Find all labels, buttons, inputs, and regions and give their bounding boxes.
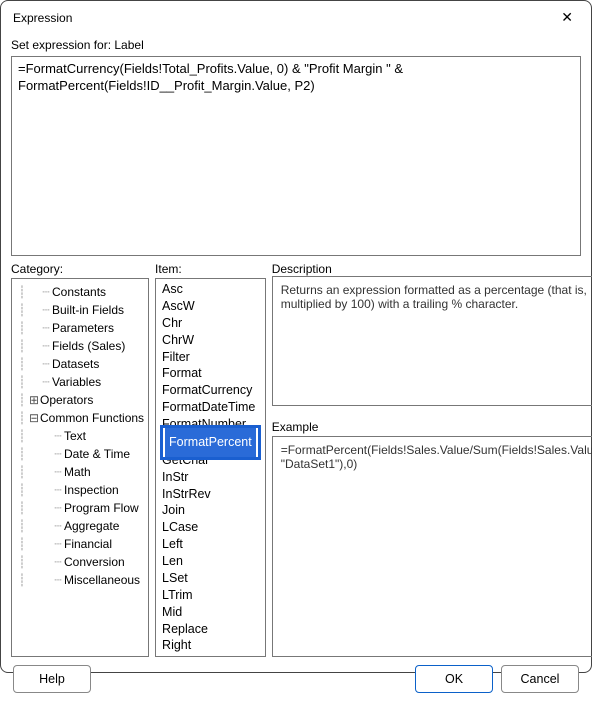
category-tree-item-label: Math <box>64 463 91 481</box>
category-tree-item[interactable]: ┊┈ Constants <box>14 283 146 301</box>
item-row[interactable]: Mid <box>160 604 261 621</box>
item-row[interactable]: LCase <box>160 519 261 536</box>
item-row[interactable]: FormatDateTime <box>160 399 261 416</box>
item-row[interactable]: Join <box>160 502 261 519</box>
category-tree-item-label: Operators <box>40 391 93 409</box>
item-row[interactable]: FormatPercent <box>160 425 261 460</box>
category-tree-item[interactable]: ┊┈ Math <box>14 463 146 481</box>
category-tree-item[interactable]: ┊┈ Datasets <box>14 355 146 373</box>
category-tree-item-label: Fields (Sales) <box>52 337 125 355</box>
mid-panels: Category: ┊┈ Constants┊┈ Built-in Fields… <box>11 262 581 657</box>
item-row[interactable]: Chr <box>160 315 261 332</box>
item-row[interactable]: LTrim <box>160 587 261 604</box>
description-text: Returns an expression formatted as a per… <box>272 276 592 406</box>
category-tree-item[interactable]: ┊┈ Conversion <box>14 553 146 571</box>
item-row[interactable]: FormatCurrency <box>160 382 261 399</box>
category-tree-item-label: Parameters <box>52 319 114 337</box>
item-row[interactable]: AscW <box>160 298 261 315</box>
ok-button[interactable]: OK <box>415 665 493 693</box>
description-label: Description <box>272 262 592 276</box>
cancel-button[interactable]: Cancel <box>501 665 579 693</box>
item-row[interactable]: InStrRev <box>160 486 261 503</box>
dialog-footer: Help OK Cancel <box>1 657 591 703</box>
item-row-label: FormatPercent <box>165 428 256 457</box>
category-tree-item[interactable]: ┊⊞ Operators <box>14 391 146 409</box>
category-tree-item[interactable]: ┊┈ Fields (Sales) <box>14 337 146 355</box>
item-list-panel[interactable]: AscAscWChrChrWFilterFormatFormatCurrency… <box>155 278 266 657</box>
expand-icon[interactable]: ⊞ <box>28 391 40 409</box>
category-tree-item-label: Text <box>64 427 86 445</box>
category-tree-item[interactable]: ┊┈ Variables <box>14 373 146 391</box>
category-tree-item[interactable]: ┊┈ Financial <box>14 535 146 553</box>
category-tree-item-label: Miscellaneous <box>64 571 140 589</box>
category-tree-item[interactable]: ┊┈ Program Flow <box>14 499 146 517</box>
titlebar: Expression ✕ <box>1 1 591 34</box>
category-tree-item-label: Inspection <box>64 481 119 499</box>
dialog-title: Expression <box>13 11 72 25</box>
category-tree-item-label: Constants <box>52 283 106 301</box>
category-tree-item-label: Common Functions <box>40 409 144 427</box>
close-icon[interactable]: ✕ <box>555 7 579 28</box>
dialog-content: Set expression for: Label Category: ┊┈ C… <box>1 34 591 657</box>
help-button[interactable]: Help <box>13 665 91 693</box>
category-tree-item-label: Conversion <box>64 553 125 571</box>
item-row[interactable]: Replace <box>160 621 261 638</box>
category-tree-item[interactable]: ┊┈ Built-in Fields <box>14 301 146 319</box>
item-row[interactable]: Format <box>160 365 261 382</box>
category-tree-item-label: Financial <box>64 535 112 553</box>
category-tree: ┊┈ Constants┊┈ Built-in Fields┊┈ Paramet… <box>12 279 148 593</box>
item-row[interactable]: Right <box>160 637 261 654</box>
category-tree-item-label: Date & Time <box>64 445 130 463</box>
item-row[interactable]: InStr <box>160 469 261 486</box>
example-text: =FormatPercent(Fields!Sales.Value/Sum(Fi… <box>272 436 592 657</box>
category-tree-item-label: Program Flow <box>64 499 139 517</box>
category-tree-panel[interactable]: ┊┈ Constants┊┈ Built-in Fields┊┈ Paramet… <box>11 278 149 657</box>
category-tree-item[interactable]: ┊┈ Parameters <box>14 319 146 337</box>
category-tree-item-label: Datasets <box>52 355 99 373</box>
expression-dialog: Expression ✕ Set expression for: Label C… <box>0 0 592 673</box>
category-tree-item[interactable]: ┊⊟ Common Functions <box>14 409 146 427</box>
category-tree-item[interactable]: ┊┈ Text <box>14 427 146 445</box>
category-tree-item-label: Built-in Fields <box>52 301 124 319</box>
item-row[interactable]: Asc <box>160 281 261 298</box>
item-row[interactable]: LSet <box>160 570 261 587</box>
example-label: Example <box>272 420 592 434</box>
category-column: Category: ┊┈ Constants┊┈ Built-in Fields… <box>11 262 149 657</box>
category-tree-item-label: Aggregate <box>64 517 119 535</box>
category-tree-item[interactable]: ┊┈ Inspection <box>14 481 146 499</box>
item-column: Item: AscAscWChrChrWFilterFormatFormatCu… <box>155 262 266 657</box>
category-tree-item[interactable]: ┊┈ Aggregate <box>14 517 146 535</box>
category-tree-item[interactable]: ┊┈ Miscellaneous <box>14 571 146 589</box>
item-row[interactable]: ChrW <box>160 332 261 349</box>
item-row[interactable]: Left <box>160 536 261 553</box>
set-expression-for-label: Set expression for: Label <box>11 38 581 52</box>
category-tree-item-label: Variables <box>52 373 101 391</box>
item-row[interactable]: Filter <box>160 349 261 366</box>
item-label: Item: <box>155 262 266 276</box>
expression-input[interactable] <box>11 56 581 256</box>
info-column: Description Returns an expression format… <box>272 262 592 657</box>
category-label: Category: <box>11 262 149 276</box>
item-row[interactable]: Len <box>160 553 261 570</box>
category-tree-item[interactable]: ┊┈ Date & Time <box>14 445 146 463</box>
collapse-icon[interactable]: ⊟ <box>28 409 40 427</box>
item-list: AscAscWChrChrWFilterFormatFormatCurrency… <box>156 279 265 656</box>
